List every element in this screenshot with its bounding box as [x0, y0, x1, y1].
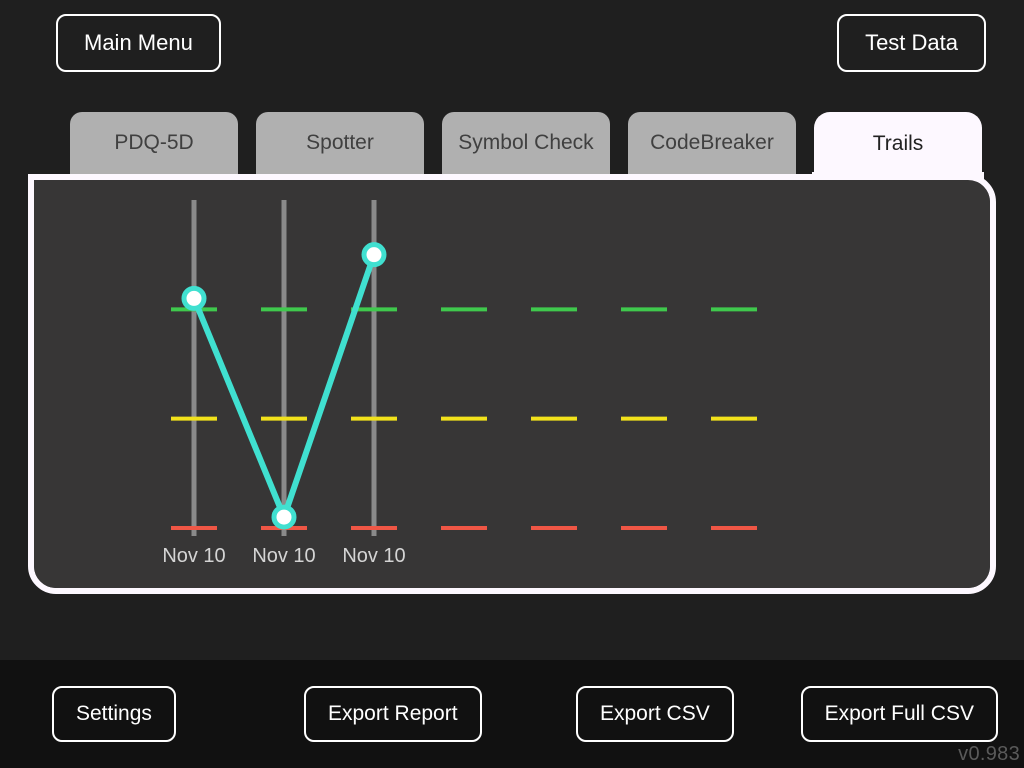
tab-label: Trails — [873, 132, 924, 156]
tab-label: CodeBreaker — [650, 131, 774, 155]
settings-button[interactable]: Settings — [52, 686, 176, 742]
export-report-button[interactable]: Export Report — [304, 686, 482, 742]
export-csv-button[interactable]: Export CSV — [576, 686, 734, 742]
version-label: v0.983 — [958, 743, 1020, 766]
svg-text:Nov 10: Nov 10 — [162, 545, 225, 567]
test-data-button[interactable]: Test Data — [837, 14, 986, 72]
export-full-csv-button[interactable]: Export Full CSV — [801, 686, 998, 742]
svg-text:Nov 10: Nov 10 — [342, 545, 405, 567]
tab-label: Symbol Check — [458, 131, 593, 155]
chart-panel: Nov 10 Nov 10 Nov 10 — [34, 180, 990, 588]
tab-symbol-check[interactable]: Symbol Check — [442, 112, 610, 174]
tab-label: Spotter — [306, 131, 374, 155]
top-bar: Main Menu Test Data — [0, 0, 1024, 80]
tab-label: PDQ-5D — [114, 131, 193, 155]
tab-pdq-5d[interactable]: PDQ-5D — [70, 112, 238, 174]
tab-spotter[interactable]: Spotter — [256, 112, 424, 174]
svg-text:Nov 10: Nov 10 — [252, 545, 315, 567]
tab-bar: PDQ-5D Spotter Symbol Check CodeBreaker … — [70, 112, 984, 176]
main-menu-button[interactable]: Main Menu — [56, 14, 221, 72]
tab-trails[interactable]: Trails — [814, 112, 982, 176]
bottom-bar: Settings Export Report Export CSV Export… — [0, 660, 1024, 768]
trails-chart: Nov 10 Nov 10 Nov 10 — [34, 180, 990, 588]
tab-codebreaker[interactable]: CodeBreaker — [628, 112, 796, 174]
